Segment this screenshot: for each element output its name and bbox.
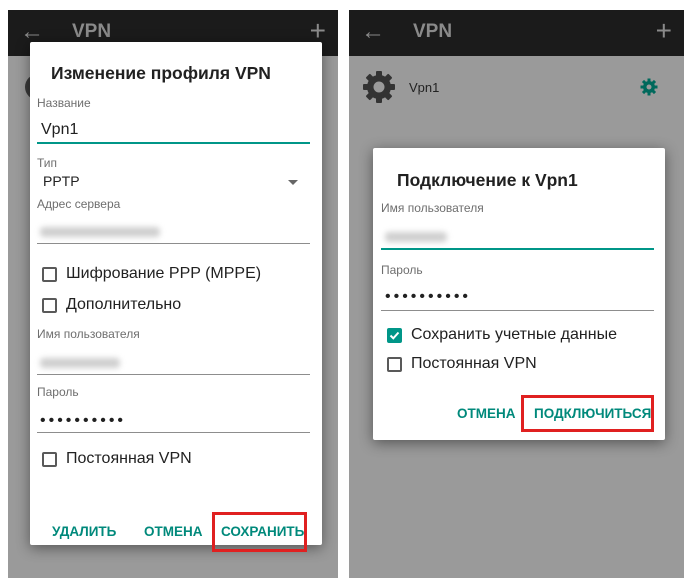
always-on-vpn-checkbox[interactable]: Постоянная VPN <box>387 355 537 373</box>
server-address-underline <box>37 243 310 244</box>
password-underline <box>37 432 310 433</box>
checkbox-checked-icon <box>387 327 402 343</box>
edit-vpn-profile-dialog: Изменение профиля VPN Название Vpn1 Тип … <box>30 42 322 552</box>
vpn-name: Vpn1 <box>409 80 440 95</box>
cancel-button[interactable]: ОТМЕНА <box>457 406 516 421</box>
mppe-encryption-checkbox[interactable]: Шифрование PPP (MPPE) <box>42 265 261 283</box>
connect-vpn-dialog: Подключение к Vpn1 Имя пользователя Паро… <box>373 148 665 440</box>
add-icon[interactable]: + <box>656 16 672 46</box>
settings-gear-icon[interactable] <box>640 78 658 96</box>
type-select[interactable]: PPTP <box>43 173 80 189</box>
advanced-checkbox[interactable]: Дополнительно <box>42 296 181 314</box>
app-bar-title: VPN <box>413 21 453 42</box>
vpn-gear-icon <box>363 71 395 103</box>
checkbox-icon <box>42 297 57 313</box>
username-field[interactable] <box>385 232 447 242</box>
type-label: Тип <box>37 156 58 170</box>
always-on-vpn-checkbox[interactable]: Постоянная VPN <box>42 450 192 468</box>
save-credentials-checkbox[interactable]: Сохранить учетные данные <box>387 326 617 344</box>
name-label: Название <box>37 96 91 110</box>
save-button-highlight <box>212 512 307 552</box>
name-field[interactable]: Vpn1 <box>41 121 78 139</box>
server-address-field[interactable] <box>40 227 160 237</box>
always-on-vpn-label: Постоянная VPN <box>411 355 537 372</box>
right-screen: ← VPN + Vpn1 Подключение к Vpn1 Имя поль… <box>349 10 684 578</box>
username-underline <box>37 374 310 375</box>
password-label: Пароль <box>381 263 423 277</box>
always-on-vpn-label: Постоянная VPN <box>66 450 192 467</box>
checkbox-icon <box>42 266 57 282</box>
username-underline <box>381 248 654 250</box>
name-field-underline <box>37 142 310 144</box>
username-field[interactable] <box>40 358 120 368</box>
dialog-title: Подключение к Vpn1 <box>397 170 578 190</box>
delete-button[interactable]: УДАЛИТЬ <box>52 524 116 539</box>
username-label: Имя пользователя <box>37 327 140 341</box>
checkbox-icon <box>387 356 402 372</box>
left-screen: ← VPN + Изменение профиля VPN Название V… <box>8 10 338 578</box>
password-label: Пароль <box>37 385 79 399</box>
checkbox-icon <box>42 451 57 467</box>
server-address-label: Адрес сервера <box>37 197 121 211</box>
cancel-button[interactable]: ОТМЕНА <box>144 524 203 539</box>
dialog-title: Изменение профиля VPN <box>51 63 271 83</box>
password-underline <box>381 310 654 311</box>
password-field[interactable]: •••••••••• <box>385 288 471 306</box>
back-arrow-icon[interactable]: ← <box>361 18 385 46</box>
vpn-list-item[interactable]: Vpn1 <box>349 56 684 118</box>
app-bar: ← VPN + <box>349 10 684 56</box>
app-bar-title: VPN <box>72 21 112 42</box>
username-label: Имя пользователя <box>381 201 484 215</box>
connect-button-highlight <box>521 395 654 432</box>
password-field[interactable]: •••••••••• <box>40 412 126 430</box>
advanced-label: Дополнительно <box>66 296 182 313</box>
save-credentials-label: Сохранить учетные данные <box>411 326 617 343</box>
dropdown-arrow-icon[interactable] <box>288 180 298 185</box>
mppe-encryption-label: Шифрование PPP (MPPE) <box>66 265 262 282</box>
